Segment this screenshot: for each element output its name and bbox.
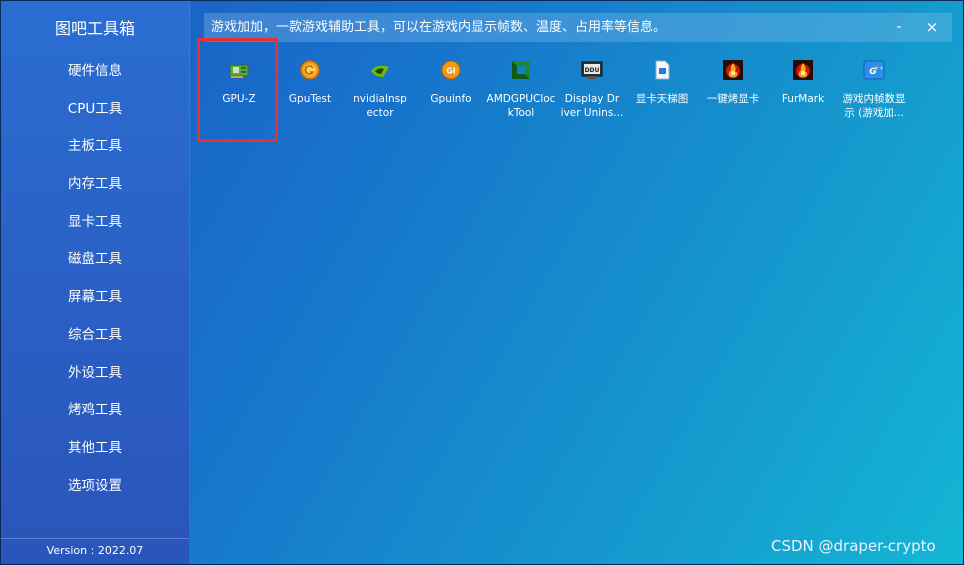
gpu-stress-icon [722, 59, 744, 81]
minimize-button[interactable]: - [884, 13, 914, 42]
description-text: 游戏加加，一款游戏辅助工具，可以在游戏内显示帧数、温度、占用率等信息。 [211, 20, 667, 35]
tool-gpu-ladder[interactable]: 显卡天梯图 [626, 59, 698, 106]
tool-gpu-z[interactable]: GPU-Z [203, 59, 275, 106]
sidebar-item-hardware-info[interactable]: 硬件信息 [1, 53, 189, 91]
tool-label: nvidiaInsp ector [353, 93, 407, 119]
svg-text:DDU: DDU [585, 67, 600, 74]
svg-text:++: ++ [874, 65, 884, 72]
tool-amd-gpu-clock[interactable]: AMDGPUCloc kTool [485, 59, 557, 120]
tool-label: AMDGPUCloc kTool [486, 93, 556, 119]
sidebar-menu: 硬件信息 CPU工具 主板工具 内存工具 显卡工具 磁盘工具 屏幕工具 综合工具… [1, 53, 189, 505]
tool-label: Gpuinfo [430, 93, 472, 105]
app-window: 图吧工具箱 硬件信息 CPU工具 主板工具 内存工具 显卡工具 磁盘工具 屏幕工… [0, 0, 964, 565]
watermark: CSDN @draper-crypto [771, 537, 936, 555]
close-button[interactable]: × [917, 13, 947, 42]
tool-label: GpuTest [288, 93, 332, 105]
tool-label: 游戏内帧数显示 (游戏加... [842, 93, 906, 119]
tool-display-driver-uninstaller[interactable]: DDU Display Dr iver Unins... [556, 59, 628, 120]
tool-label: GPU-Z [222, 93, 256, 105]
gpu-z-icon [228, 59, 250, 81]
tool-gpu-stress[interactable]: 一键烤显卡 [697, 59, 769, 106]
gpu-ladder-icon [651, 59, 673, 81]
tool-nvidia-inspector[interactable]: nvidiaInsp ector [344, 59, 416, 120]
sidebar-item-other-tools[interactable]: 其他工具 [1, 430, 189, 468]
tool-label: 显卡天梯图 [635, 93, 689, 105]
tool-gpuinfo[interactable]: GI Gpuinfo [415, 59, 487, 106]
tool-furmark[interactable]: FurMark [767, 59, 839, 106]
sidebar-item-peripheral-tools[interactable]: 外设工具 [1, 355, 189, 393]
amd-gpu-clock-icon [510, 59, 532, 81]
sidebar-item-general-tools[interactable]: 综合工具 [1, 317, 189, 355]
gpuinfo-icon: GI [440, 59, 462, 81]
version-label: Version : 2022.07 [46, 544, 144, 557]
sidebar-item-disk-tools[interactable]: 磁盘工具 [1, 241, 189, 279]
svg-text:GI: GI [446, 67, 456, 76]
ddu-icon: DDU [581, 59, 603, 81]
gputest-icon [299, 59, 321, 81]
tool-label: 一键烤显卡 [706, 93, 760, 105]
tool-game-fps-overlay[interactable]: G ++ 游戏内帧数显示 (游戏加... [838, 59, 910, 120]
sidebar-item-stress-tools[interactable]: 烤鸡工具 [1, 392, 189, 430]
sidebar-item-screen-tools[interactable]: 屏幕工具 [1, 279, 189, 317]
tool-label: Display Dr iver Unins... [560, 93, 624, 119]
app-title: 图吧工具箱 [54, 19, 135, 38]
nvidia-inspector-icon [369, 59, 391, 81]
furmark-icon [792, 59, 814, 81]
sidebar-item-motherboard-tools[interactable]: 主板工具 [1, 128, 189, 166]
tool-label: FurMark [781, 93, 825, 105]
description-bar: 游戏加加，一款游戏辅助工具，可以在游戏内显示帧数、温度、占用率等信息。 - × [204, 13, 952, 42]
tool-gputest[interactable]: GpuTest [274, 59, 346, 106]
sidebar-item-memory-tools[interactable]: 内存工具 [1, 166, 189, 204]
sidebar-item-cpu-tools[interactable]: CPU工具 [1, 91, 189, 129]
game-fps-icon: G ++ [863, 59, 885, 81]
sidebar: 图吧工具箱 硬件信息 CPU工具 主板工具 内存工具 显卡工具 磁盘工具 屏幕工… [1, 1, 190, 564]
sidebar-divider [1, 538, 189, 539]
sidebar-item-gpu-tools[interactable]: 显卡工具 [1, 204, 189, 242]
sidebar-item-settings[interactable]: 选项设置 [1, 468, 189, 506]
